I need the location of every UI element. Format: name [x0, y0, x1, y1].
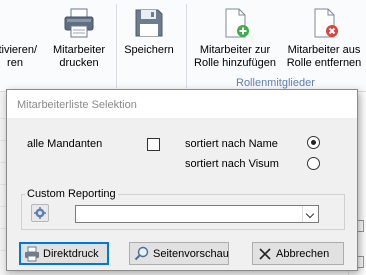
page-preview-button[interactable]: Seitenvorschau	[129, 242, 229, 265]
print-employees-label-1: Mitarbeiter	[53, 44, 105, 56]
printer-icon	[64, 8, 94, 38]
direct-print-button[interactable]: Direktdruck	[19, 242, 109, 265]
remove-document-icon	[314, 8, 338, 38]
add-to-role-label-1: Mitarbeiter zur	[199, 44, 271, 56]
all-clients-checkbox[interactable]	[147, 138, 160, 151]
sort-by-visum-radio[interactable]	[307, 157, 320, 170]
sort-by-name-label: sortiert nach Name	[185, 138, 278, 150]
group-caption: Rollenmitglieder	[236, 77, 315, 89]
add-to-role-button[interactable]: Mitarbeiter zur Rolle hinzufügen	[190, 0, 280, 76]
sort-by-name-radio[interactable]	[307, 136, 320, 149]
sort-by-visum-label: sortiert nach Visum	[185, 158, 279, 170]
activate-button-label-2: ren	[7, 57, 23, 69]
selection-dialog: Mitarbeiterliste Selektion alle Mandante…	[6, 89, 358, 271]
page-preview-label: Seitenvorschau	[153, 247, 229, 260]
custom-reporting-legend: Custom Reporting	[25, 188, 118, 200]
ribbon-separator	[116, 4, 117, 88]
direct-print-label: Direktdruck	[43, 247, 99, 260]
add-document-icon	[225, 8, 249, 38]
print-employees-label-2: drucken	[59, 57, 99, 69]
ribbon-toolbar: ktivieren/ ren Mitarbeiter drucken Speic…	[0, 0, 366, 92]
dialog-title-bar: Mitarbeiterliste Selektion	[7, 90, 357, 118]
close-icon	[259, 247, 271, 260]
cancel-button[interactable]: Abbrechen	[252, 242, 344, 265]
magnifier-icon	[134, 246, 149, 260]
save-button[interactable]: Speichern	[118, 0, 180, 76]
remove-from-role-button[interactable]: Mitarbeiter aus Rolle entfernen	[280, 0, 366, 76]
cancel-label: Abbrechen	[276, 247, 330, 260]
activate-button-label-1: ktivieren/	[0, 44, 38, 56]
remove-from-role-label-2: Rolle entfernen	[286, 57, 362, 69]
save-icon	[135, 9, 163, 37]
add-to-role-label-2: Rolle hinzufügen	[194, 57, 276, 69]
chevron-down-icon[interactable]	[302, 206, 318, 222]
custom-reporting-select[interactable]	[75, 205, 319, 223]
all-clients-label: alle Mandanten	[27, 138, 103, 150]
print-employees-button[interactable]: Mitarbeiter drucken	[48, 0, 110, 76]
gear-icon	[34, 207, 46, 219]
printer-icon	[25, 246, 39, 261]
remove-from-role-label-1: Mitarbeiter aus	[287, 44, 361, 56]
custom-reporting-settings-button[interactable]	[31, 204, 49, 222]
ribbon-separator	[186, 4, 187, 88]
dialog-title: Mitarbeiterliste Selektion	[17, 99, 137, 111]
save-label: Speichern	[124, 44, 174, 56]
